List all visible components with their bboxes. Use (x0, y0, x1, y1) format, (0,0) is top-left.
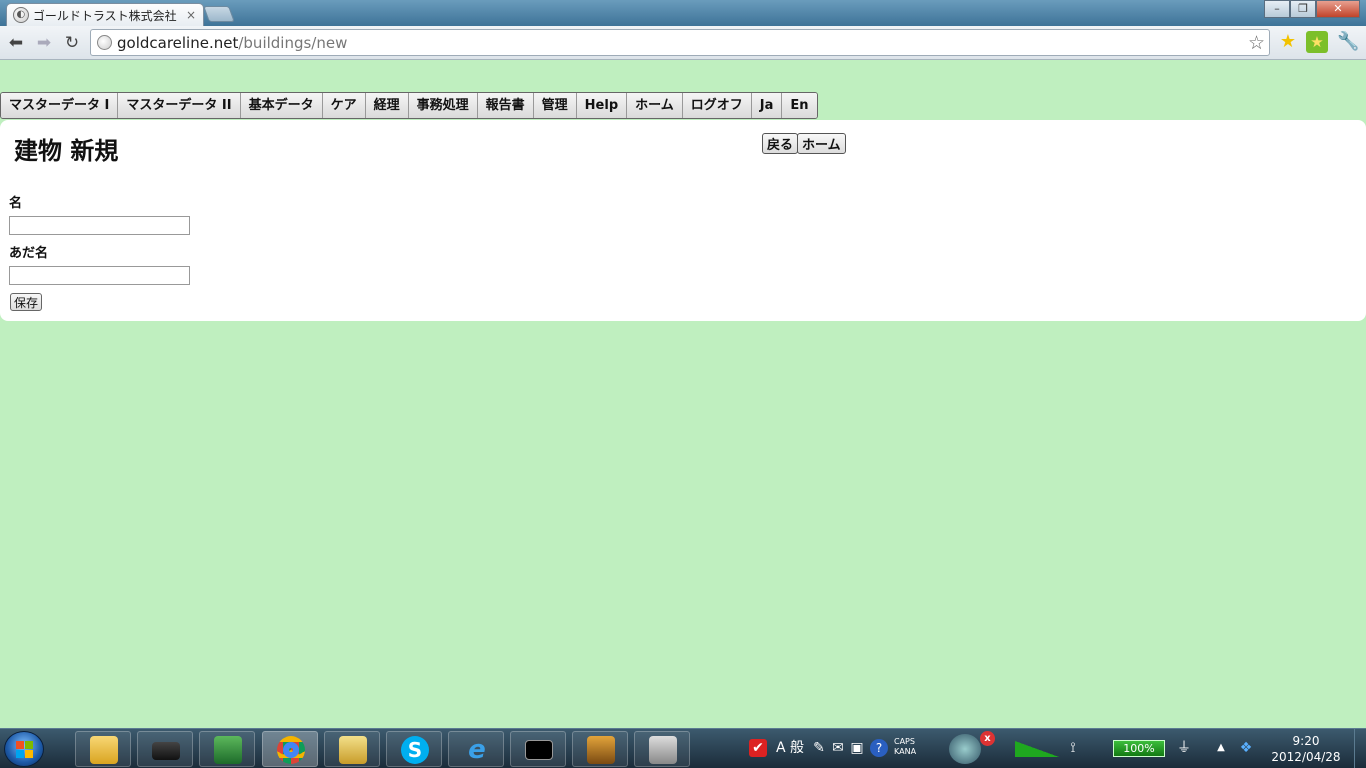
nav-reports[interactable]: 報告書 (477, 93, 534, 118)
nav-logoff[interactable]: ログオフ (682, 93, 752, 118)
nav-lang-en[interactable]: En (782, 93, 817, 118)
internet-explorer-icon: e (468, 735, 486, 765)
caps-indicator: CAPS (894, 737, 915, 746)
show-hidden-icons-icon[interactable]: ▲ (1212, 739, 1230, 757)
start-button[interactable] (4, 731, 44, 767)
nickname-input[interactable] (9, 266, 190, 285)
bookmark-star-icon[interactable]: ☆ (1248, 32, 1265, 54)
nav-master-data-1[interactable]: マスターデータ I (1, 93, 119, 118)
page-favicon-icon: ◐ (13, 7, 29, 23)
close-window-button[interactable]: ✕ (1316, 0, 1360, 18)
maximize-button[interactable]: ❐ (1290, 0, 1316, 18)
main-navigation: マスターデータ I マスターデータ II 基本データ ケア 経理 事務処理 報告… (0, 92, 818, 119)
notification-badge: x (980, 731, 995, 746)
nav-master-data-2[interactable]: マスターデータ II (118, 93, 241, 118)
skype-icon: S (401, 736, 429, 764)
nav-home[interactable]: ホーム (627, 93, 683, 118)
nav-care[interactable]: ケア (322, 93, 366, 118)
command-prompt-icon (525, 740, 553, 760)
windows-logo-icon (16, 741, 34, 759)
document-icon (649, 736, 677, 764)
film-icon (587, 736, 615, 764)
content-panel: 建物 新規 戻る ホーム 名 あだ名 保存 (0, 120, 1366, 321)
ime-tools-icon[interactable]: ✎ (810, 739, 828, 757)
ime-settings-icon[interactable]: ▣ (848, 739, 866, 757)
windows-taskbar: S e ✔ A 般 ✎ ✉ ▣ ? CAPS KANA x ⟟ 100% ⏚ ▲… (0, 728, 1366, 768)
extension-icon[interactable]: ★ (1306, 31, 1328, 53)
excel-icon (214, 736, 242, 764)
ime-dictionary-icon[interactable]: ✉ (829, 739, 847, 757)
nav-basic-data[interactable]: 基本データ (240, 93, 323, 118)
back-arrow-icon[interactable]: ⬅ (6, 33, 26, 53)
taskbar-cmd[interactable] (510, 731, 566, 767)
security-icon[interactable]: ✔ (749, 739, 767, 757)
new-tab-button[interactable] (203, 6, 235, 22)
taskbar-app-8[interactable] (634, 731, 690, 767)
back-button[interactable]: 戻る (762, 133, 799, 154)
taskbar-app-7[interactable] (572, 731, 628, 767)
browser-toolbar: ⬅ ➡ ↻ goldcareline.net/buildings/new ☆ ★… (0, 26, 1366, 60)
ime-mode[interactable]: A 般 (774, 739, 806, 757)
nav-help[interactable]: Help (576, 93, 628, 118)
taskbar-explorer[interactable] (75, 731, 131, 767)
name-label: 名 (9, 196, 23, 211)
nav-accounting[interactable]: 経理 (365, 93, 409, 118)
bookmark-extension-icon[interactable]: ★ (1277, 31, 1299, 53)
taskbar-chrome[interactable] (262, 731, 318, 767)
forward-arrow-icon[interactable]: ➡ (34, 33, 54, 53)
nav-admin[interactable]: 管理 (533, 93, 577, 118)
taskbar-laptop-app[interactable] (137, 731, 193, 767)
nav-office-work[interactable]: 事務処理 (408, 93, 478, 118)
save-button[interactable]: 保存 (10, 293, 43, 311)
show-desktop-button[interactable] (1354, 729, 1366, 768)
laptop-icon (152, 742, 180, 760)
window-controls: – ❐ ✕ (1264, 0, 1360, 18)
tab-title: ゴールドトラスト株式会社 (32, 8, 177, 23)
kana-indicator: KANA (894, 747, 917, 756)
folder-icon (90, 736, 118, 764)
nav-lang-ja[interactable]: Ja (751, 93, 783, 118)
dropbox-icon[interactable]: ❖ (1237, 739, 1255, 757)
taskbar-ie[interactable]: e (448, 731, 504, 767)
minimize-button[interactable]: – (1264, 0, 1290, 18)
signal-strength-icon[interactable] (1015, 741, 1059, 757)
clock-date: 2012/04/28 (1271, 750, 1341, 764)
reload-icon[interactable]: ↻ (62, 33, 82, 53)
globe-icon (97, 35, 112, 50)
taskbar-notes-app[interactable] (324, 731, 380, 767)
taskbar-excel[interactable] (199, 731, 255, 767)
wrench-icon[interactable]: 🔧 (1337, 31, 1359, 53)
url-host: goldcareline.net (117, 33, 239, 52)
clock-time: 9:20 (1292, 734, 1320, 748)
name-input[interactable] (9, 216, 190, 235)
page-title: 建物 新規 (14, 137, 119, 165)
battery-indicator[interactable]: 100% (1113, 740, 1165, 757)
browser-tab-active[interactable]: ◐ ゴールドトラスト株式会社 × (6, 3, 204, 26)
nickname-label: あだ名 (9, 246, 49, 261)
power-plug-icon[interactable]: ⏚ (1175, 739, 1193, 757)
home-button[interactable]: ホーム (797, 133, 846, 154)
taskbar-clock[interactable]: 9:20 2012/04/28 (1266, 733, 1346, 765)
tab-close-icon[interactable]: × (185, 8, 197, 22)
taskbar-skype[interactable]: S (386, 731, 442, 767)
help-icon[interactable]: ? (870, 739, 888, 757)
url-path: /buildings/new (238, 33, 348, 52)
network-app-icon[interactable] (949, 734, 981, 764)
browser-title-bar: ◐ ゴールドトラスト株式会社 × – ❐ ✕ (0, 0, 1366, 26)
address-bar[interactable]: goldcareline.net/buildings/new ☆ (90, 29, 1270, 56)
wireless-icon[interactable]: ⟟ (1064, 739, 1082, 757)
chrome-icon (277, 736, 305, 764)
notepad-icon (339, 736, 367, 764)
